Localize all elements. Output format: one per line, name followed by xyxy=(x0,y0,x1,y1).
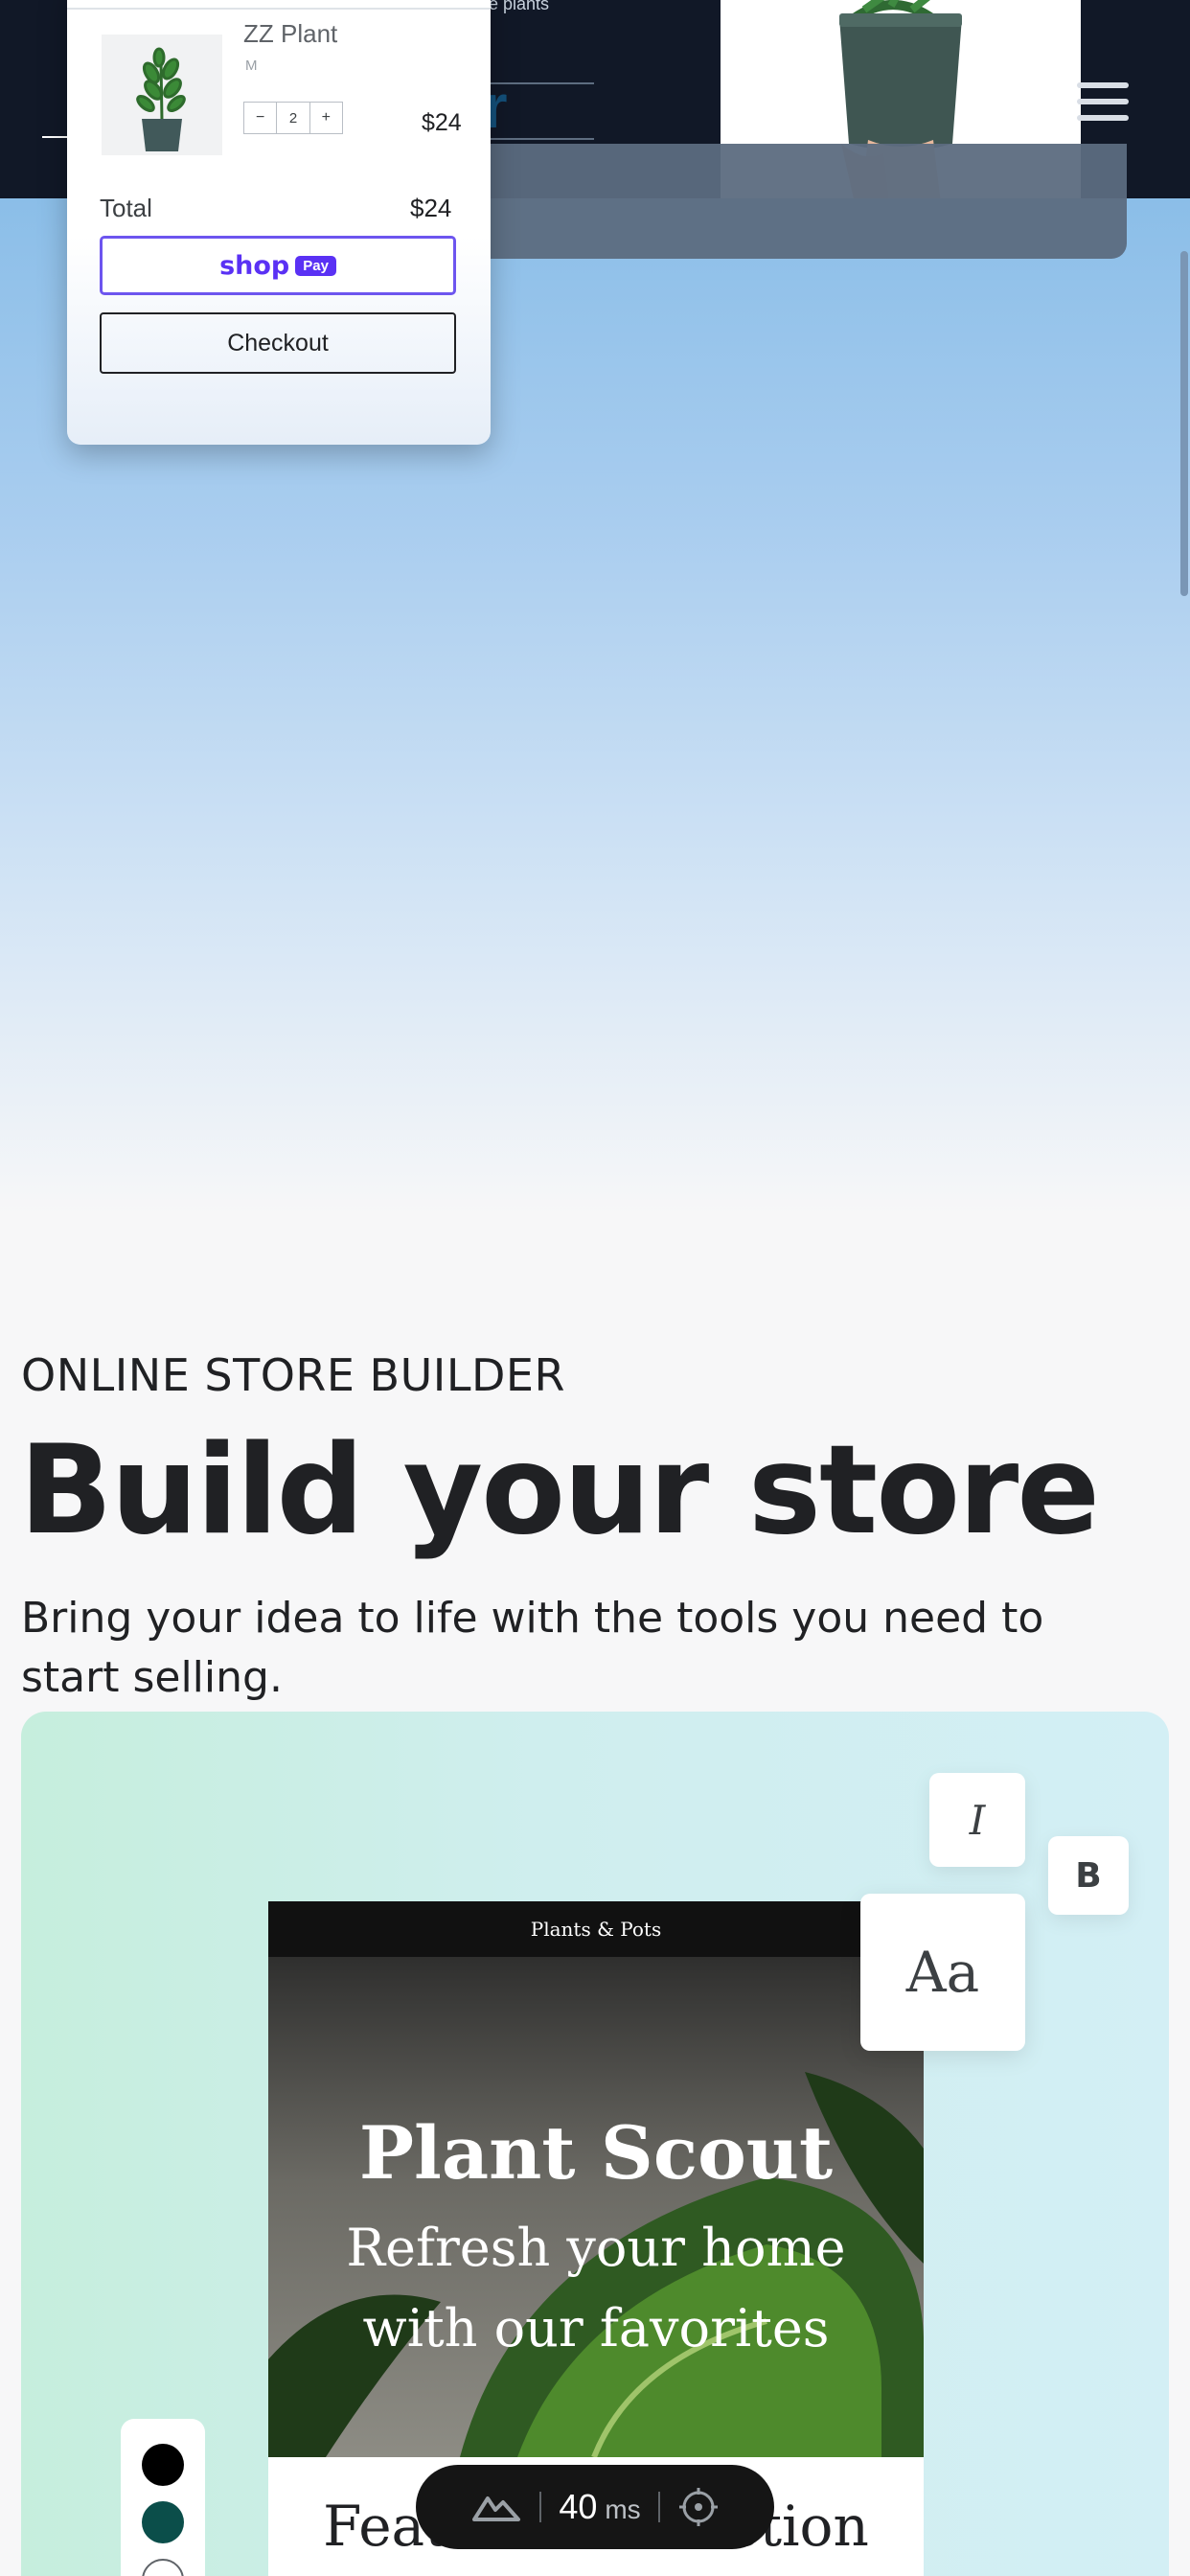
store-preview-hero-image: Plant Scout Refresh your home with our f… xyxy=(268,1957,924,2457)
section-eyebrow: ONLINE STORE BUILDER xyxy=(21,1349,565,1401)
increase-quantity-button[interactable]: + xyxy=(310,103,342,133)
product-thumbnail[interactable] xyxy=(102,34,222,155)
store-preview-subtitle-line: Refresh your home xyxy=(346,2218,846,2278)
bold-tool-button[interactable]: B xyxy=(1048,1836,1129,1915)
checkout-button[interactable]: Checkout xyxy=(100,312,456,374)
shop-pay-button[interactable]: shop Pay xyxy=(100,236,456,295)
store-editor-preview: Plants & Pots Plant Scout Refresh your h… xyxy=(21,1712,1169,2576)
hamburger-icon xyxy=(1077,82,1129,88)
crosshair-icon[interactable] xyxy=(677,2486,720,2528)
hamburger-icon xyxy=(1077,115,1129,121)
section-subheadline: Bring your idea to life with the tools y… xyxy=(21,1594,1044,1702)
store-preview-subtitle: Refresh your home with our favorites xyxy=(268,2208,924,2369)
performance-readout: 40 ms xyxy=(559,2487,640,2527)
scrollbar[interactable] xyxy=(1180,251,1188,596)
cart-drawer: ZZ Plant M − 2 + $24 Total $24 shop Pay … xyxy=(67,0,491,445)
hero-card-shadow xyxy=(468,144,1127,259)
cart-total-value: $24 xyxy=(410,194,452,222)
performance-value: 40 xyxy=(559,2487,598,2526)
quantity-stepper: − 2 + xyxy=(243,102,343,134)
divider xyxy=(67,8,491,10)
italic-tool-button[interactable]: I xyxy=(929,1773,1025,1867)
page: ge plants er xyxy=(0,0,1190,2576)
cart-product-price: $24 xyxy=(422,109,462,136)
store-preview-topbar: Plants & Pots xyxy=(268,1901,924,1957)
plant-icon xyxy=(102,34,222,155)
section-headline: Build your store xyxy=(19,1419,1100,1562)
cart-product-variant: M xyxy=(245,58,258,74)
quantity-value[interactable]: 2 xyxy=(276,103,310,133)
color-swatch-black[interactable] xyxy=(142,2444,184,2486)
performance-unit: ms xyxy=(605,2495,641,2524)
divider xyxy=(657,2492,660,2522)
cart-total-label: Total xyxy=(100,194,152,222)
mountain-logo-icon xyxy=(472,2496,521,2521)
shop-pay-badge: Pay xyxy=(295,255,336,276)
color-swatch-white[interactable] xyxy=(142,2559,184,2576)
color-swatch-panel xyxy=(121,2419,205,2576)
performance-indicator[interactable]: 40 ms xyxy=(416,2465,774,2549)
shop-pay-logo-text: shop xyxy=(219,250,290,281)
font-tool-button[interactable]: Aa xyxy=(860,1894,1025,2051)
menu-button[interactable] xyxy=(1077,82,1131,125)
monstera-leaf-icon xyxy=(268,1957,924,2457)
hamburger-icon xyxy=(1077,99,1129,104)
store-preview-subtitle-line: with our favorites xyxy=(362,2298,830,2358)
color-swatch-teal[interactable] xyxy=(142,2501,184,2543)
decrease-quantity-button[interactable]: − xyxy=(244,103,276,133)
divider xyxy=(539,2492,542,2522)
cart-product-name[interactable]: ZZ Plant xyxy=(243,19,337,49)
store-preview-title: Plant Scout xyxy=(358,2110,834,2196)
